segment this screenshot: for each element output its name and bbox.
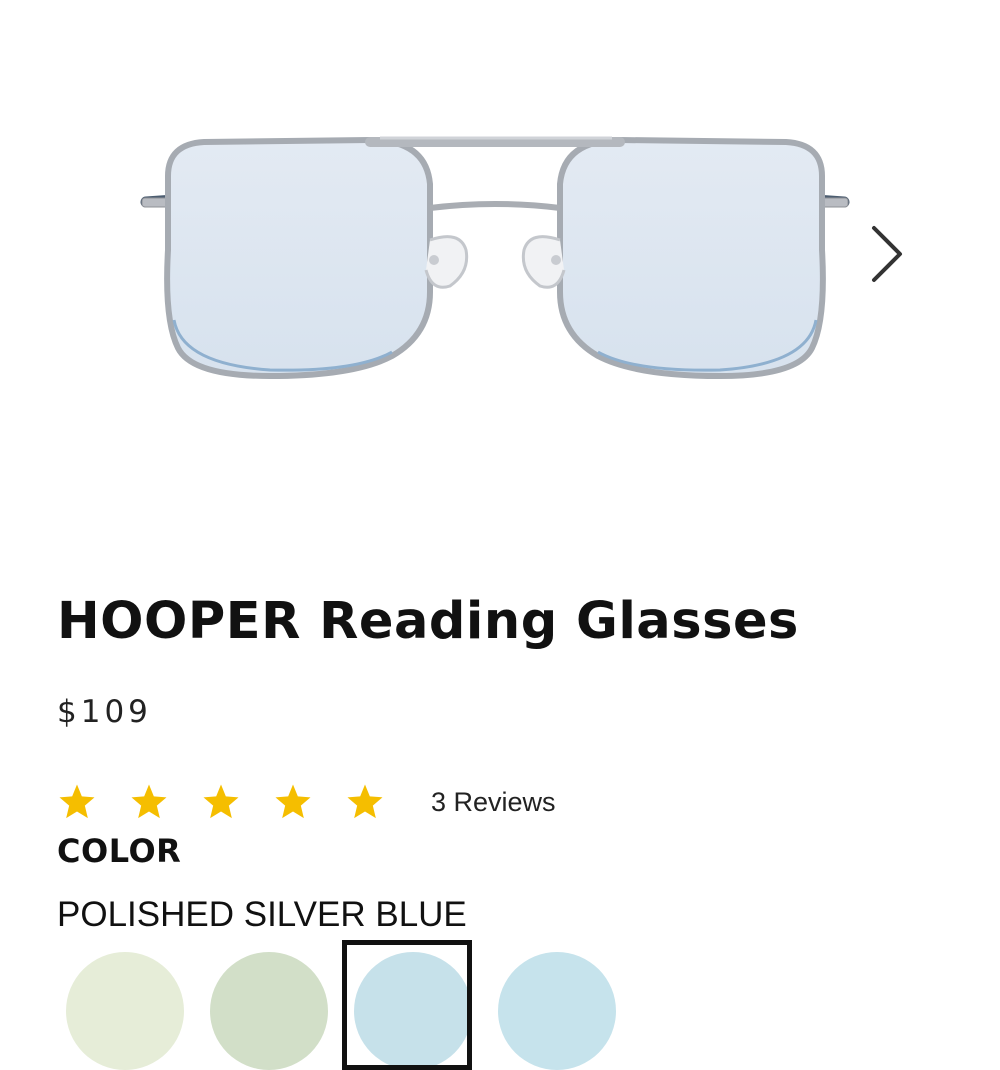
star-icon (131, 784, 167, 819)
chevron-right-icon[interactable] (860, 222, 912, 286)
product-title: HOOPER Reading Glasses (57, 592, 799, 651)
star-icon (59, 784, 95, 819)
product-rating: 3 Reviews (57, 780, 556, 824)
product-price: $109 (57, 694, 152, 730)
star-icon (347, 784, 383, 819)
star-icon (275, 784, 311, 819)
color-swatch[interactable] (210, 952, 328, 1070)
color-swatches (0, 940, 1000, 1070)
reviews-link[interactable]: 3 Reviews (431, 787, 556, 818)
selected-color-name: POLISHED SILVER BLUE (57, 895, 467, 934)
rating-stars (57, 782, 385, 822)
product-gallery (0, 0, 1000, 560)
color-swatch[interactable] (66, 952, 184, 1070)
color-section-label: COLOR (57, 832, 182, 870)
color-swatch[interactable] (498, 952, 616, 1070)
selected-swatch-frame (342, 940, 472, 1070)
star-icon (203, 784, 239, 819)
product-image (140, 136, 850, 380)
